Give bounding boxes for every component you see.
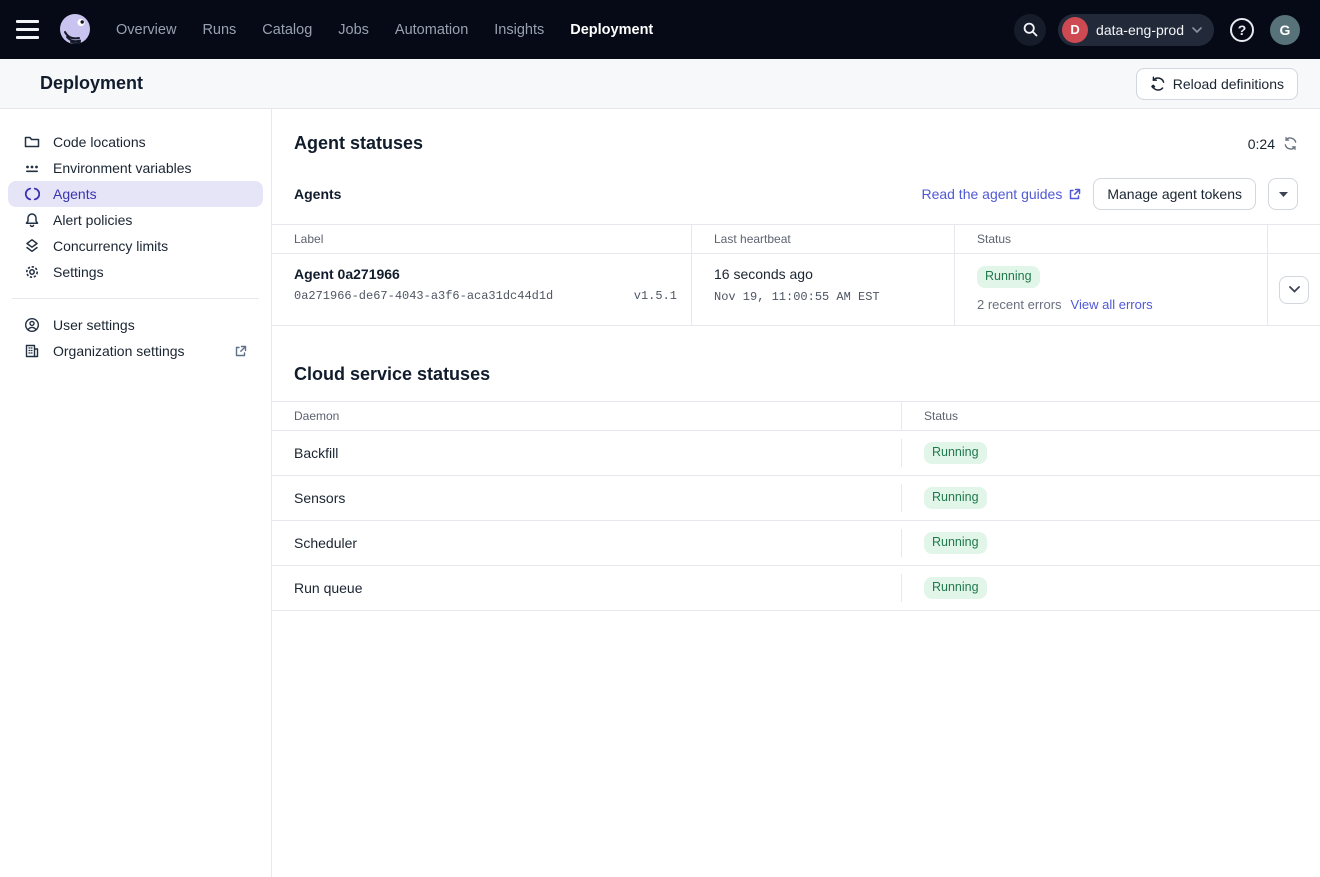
refresh-countdown: 0:24 [1248, 136, 1298, 152]
primary-nav: Overview Runs Catalog Jobs Automation In… [116, 22, 653, 38]
view-all-errors-link[interactable]: View all errors [1071, 297, 1153, 312]
nav-automation[interactable]: Automation [395, 22, 468, 38]
sidebar-item-organization-settings[interactable]: Organization settings [8, 338, 263, 364]
col-last-heartbeat: Last heartbeat [692, 225, 955, 253]
reload-definitions-button[interactable]: Reload definitions [1136, 68, 1298, 100]
sidebar-divider [12, 298, 259, 299]
cloud-services-table: Daemon Status Backfill Running Sensors R… [272, 401, 1320, 611]
col-label: Label [272, 225, 692, 253]
external-link-icon [1068, 188, 1081, 201]
agents-table: Label Last heartbeat Status Agent 0a2719… [272, 224, 1320, 326]
nav-deployment[interactable]: Deployment [570, 22, 653, 38]
sidebar-item-environment-variables[interactable]: Environment variables [8, 155, 263, 181]
daemon-name: Sensors [294, 490, 345, 506]
gear-icon [24, 264, 40, 280]
nav-insights[interactable]: Insights [494, 22, 544, 38]
table-row-sensors: Sensors Running [272, 476, 1320, 521]
col-actions [1268, 225, 1320, 253]
sidebar-item-settings[interactable]: Settings [8, 259, 263, 285]
agent-heartbeat-cell: 16 seconds ago Nov 19, 11:00:55 AM EST [692, 254, 955, 325]
reload-icon [1150, 76, 1166, 92]
chevron-down-icon [1289, 286, 1300, 293]
agent-row-actions-cell [1268, 254, 1320, 325]
agent-status-cell: Running 2 recent errors View all errors [955, 254, 1268, 325]
nav-jobs[interactable]: Jobs [338, 22, 369, 38]
building-icon [24, 343, 40, 359]
col-status: Status [902, 402, 1320, 430]
nav-runs[interactable]: Runs [202, 22, 236, 38]
help-icon[interactable]: ? [1226, 14, 1258, 46]
deployment-switcher[interactable]: D data-eng-prod [1058, 14, 1214, 46]
sidebar-item-user-settings[interactable]: User settings [8, 312, 263, 338]
col-status: Status [955, 225, 1268, 253]
table-row-backfill: Backfill Running [272, 431, 1320, 476]
user-icon [24, 317, 40, 333]
status-badge: Running [924, 487, 987, 509]
agent-icon [24, 186, 40, 202]
external-link-icon [234, 345, 247, 358]
agent-guides-link[interactable]: Read the agent guides [921, 186, 1081, 202]
deployment-name: data-eng-prod [1096, 22, 1184, 38]
hamburger-menu-icon[interactable] [16, 16, 44, 44]
cloud-table-header: Daemon Status [272, 402, 1320, 431]
manage-agent-tokens-button[interactable]: Manage agent tokens [1093, 178, 1256, 210]
table-row-run-queue: Run queue Running [272, 566, 1320, 611]
nav-overview[interactable]: Overview [116, 22, 176, 38]
daemon-name: Run queue [294, 580, 363, 596]
status-badge: Running [977, 266, 1040, 288]
main-content: Agent statuses 0:24 Agents Read the agen… [272, 109, 1320, 877]
sidebar-item-agents[interactable]: Agents [8, 181, 263, 207]
page-header: Deployment Reload definitions [0, 59, 1320, 109]
sidebar-item-code-locations[interactable]: Code locations [8, 129, 263, 155]
status-badge: Running [924, 442, 987, 464]
agent-actions-dropdown-button[interactable] [1268, 178, 1298, 210]
heartbeat-timestamp: Nov 19, 11:00:55 AM EST [714, 290, 940, 304]
deployment-badge: D [1062, 17, 1088, 43]
agent-name: Agent 0a271966 [294, 266, 677, 282]
deployment-sidebar: Code locations Environment variables Age… [0, 109, 272, 877]
agents-table-header: Label Last heartbeat Status [272, 225, 1320, 254]
page-title: Deployment [40, 73, 143, 94]
top-nav-bar: Overview Runs Catalog Jobs Automation In… [0, 0, 1320, 59]
agent-row-expand-button[interactable] [1279, 276, 1309, 304]
nav-catalog[interactable]: Catalog [262, 22, 312, 38]
status-badge: Running [924, 532, 987, 554]
layers-icon [24, 238, 40, 254]
agent-table-row: Agent 0a271966 0a271966-de67-4043-a3f6-a… [272, 254, 1320, 326]
variables-icon [24, 160, 40, 176]
caret-down-icon [1279, 192, 1288, 197]
chevron-down-icon [1192, 27, 1202, 33]
cloud-service-statuses-title: Cloud service statuses [272, 326, 1320, 401]
daemon-name: Scheduler [294, 535, 357, 551]
recent-errors-text: 2 recent errors [977, 297, 1062, 312]
dagster-logo[interactable] [56, 11, 94, 49]
user-avatar[interactable]: G [1270, 15, 1300, 45]
sidebar-item-concurrency-limits[interactable]: Concurrency limits [8, 233, 263, 259]
folder-icon [24, 134, 40, 150]
search-icon[interactable] [1014, 14, 1046, 46]
agent-id: 0a271966-de67-4043-a3f6-aca31dc44d1d [294, 289, 553, 303]
agents-subtitle: Agents [294, 186, 341, 202]
status-badge: Running [924, 577, 987, 599]
agent-version: v1.5.1 [634, 289, 677, 303]
agent-statuses-title: Agent statuses [294, 133, 423, 154]
daemon-name: Backfill [294, 445, 338, 461]
heartbeat-relative: 16 seconds ago [714, 266, 940, 282]
col-daemon: Daemon [272, 402, 902, 430]
countdown-value: 0:24 [1248, 136, 1275, 152]
table-row-scheduler: Scheduler Running [272, 521, 1320, 566]
agent-label-cell: Agent 0a271966 0a271966-de67-4043-a3f6-a… [272, 254, 692, 325]
refresh-icon[interactable] [1283, 136, 1298, 151]
bell-icon [24, 212, 40, 228]
sidebar-item-alert-policies[interactable]: Alert policies [8, 207, 263, 233]
